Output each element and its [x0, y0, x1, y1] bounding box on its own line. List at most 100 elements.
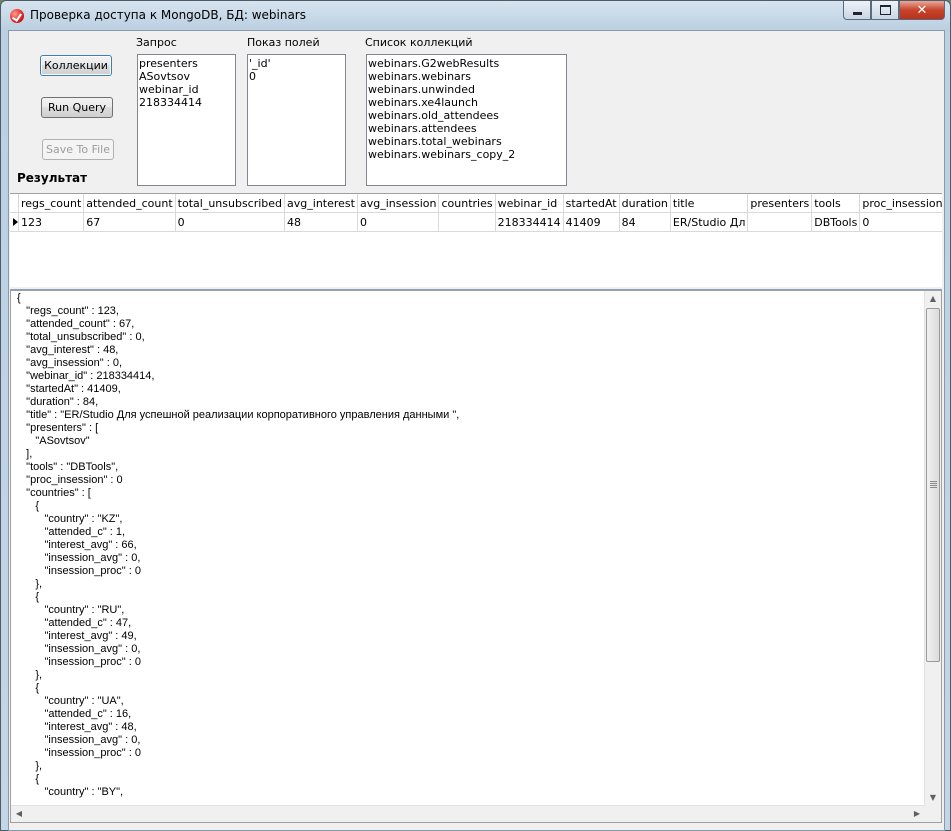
- table-cell[interactable]: [747, 212, 813, 232]
- json-line: "country" : "UA",: [44, 695, 124, 707]
- json-text: { "regs_count" : 123, "attended_count" :…: [17, 292, 459, 799]
- table-cell[interactable]: 48: [284, 212, 358, 232]
- client-area: Коллекции Run Query Save To File Запрос …: [8, 30, 945, 831]
- scroll-up-arrow-icon[interactable]: ▲: [925, 291, 941, 307]
- row-header-corner: [10, 194, 19, 213]
- grip-icon: [930, 481, 937, 489]
- fields-line: 0: [249, 70, 256, 83]
- table-cell[interactable]: [438, 212, 496, 232]
- window-title: Проверка доступа к MongoDB, БД: webinars: [30, 8, 306, 22]
- json-line: "attended_c" : 1,: [44, 526, 126, 538]
- json-line: "insession_proc" : 0: [44, 656, 141, 668]
- query-line: presenters: [139, 57, 198, 70]
- app-icon: [10, 9, 24, 23]
- collection-item[interactable]: webinars.webinars_copy_2: [368, 148, 565, 161]
- title-bar[interactable]: Проверка доступа к MongoDB, БД: webinars…: [1, 1, 950, 29]
- json-line: ],: [26, 448, 33, 460]
- table-cell[interactable]: 218334414: [495, 212, 564, 232]
- json-line: "tools" : "DBTools",: [26, 461, 119, 473]
- json-line: "interest_avg" : 66,: [44, 539, 137, 551]
- vertical-scrollbar[interactable]: ▲ ▼: [924, 291, 941, 806]
- json-line: "country" : "BY",: [44, 786, 124, 798]
- horizontal-scrollbar[interactable]: ◀ ▶: [11, 805, 925, 822]
- table-row[interactable]: 123 67 0 48 0 218334414 41409 84 ER/Stud…: [10, 212, 942, 232]
- collection-item[interactable]: webinars.unwinded: [368, 83, 565, 96]
- json-line: "attended_count" : 67,: [26, 318, 135, 330]
- column-header[interactable]: avg_insession: [357, 194, 440, 213]
- collection-item[interactable]: webinars.old_attendees: [368, 109, 565, 122]
- scroll-down-arrow-icon[interactable]: ▼: [925, 790, 941, 806]
- query-line: 218334414: [139, 96, 202, 109]
- table-cell[interactable]: 41409: [563, 212, 620, 232]
- close-icon: ✕: [916, 2, 928, 18]
- column-header[interactable]: tools: [811, 194, 861, 213]
- json-line: "title" : "ER/Studio Для успешной реализ…: [26, 409, 460, 421]
- table-cell[interactable]: ER/Studio Дл: [670, 212, 749, 232]
- json-line: "country" : "KZ",: [44, 513, 123, 525]
- collections-list[interactable]: webinars.G2webResults webinars.webinars …: [366, 54, 567, 186]
- json-line: "countries" : [: [26, 487, 91, 499]
- result-grid[interactable]: regs_count attended_count total_unsubscr…: [10, 193, 942, 289]
- table-cell[interactable]: 67: [83, 212, 176, 232]
- scroll-right-arrow-icon[interactable]: ▶: [909, 806, 925, 822]
- caption-buttons: ✕: [843, 1, 945, 20]
- collections-button[interactable]: Коллекции: [40, 55, 112, 76]
- size-grip[interactable]: [925, 806, 941, 822]
- query-textbox[interactable]: presenters ASovtsov webinar_id 218334414: [137, 54, 236, 186]
- table-cell[interactable]: 123: [18, 212, 85, 232]
- column-header[interactable]: countries: [438, 194, 496, 213]
- run-query-button[interactable]: Run Query: [41, 97, 113, 118]
- column-header[interactable]: presenters: [747, 194, 813, 213]
- vertical-scroll-thumb[interactable]: [926, 308, 940, 662]
- scroll-left-arrow-icon[interactable]: ◀: [11, 806, 27, 822]
- collection-item[interactable]: webinars.webinars: [368, 70, 565, 83]
- table-cell[interactable]: 0: [859, 212, 942, 232]
- grid-header-row: regs_count attended_count total_unsubscr…: [10, 194, 942, 213]
- fields-line: '_id': [249, 57, 271, 70]
- table-cell[interactable]: 84: [619, 212, 671, 232]
- column-header[interactable]: total_unsubscribed: [175, 194, 286, 213]
- query-line: ASovtsov: [139, 70, 191, 83]
- json-line: "insession_avg" : 0,: [44, 734, 141, 746]
- table-cell[interactable]: 0: [357, 212, 440, 232]
- collection-item[interactable]: webinars.attendees: [368, 122, 565, 135]
- column-header[interactable]: regs_count: [18, 194, 85, 213]
- column-header[interactable]: proc_insession: [859, 194, 942, 213]
- collection-item[interactable]: webinars.G2webResults: [368, 57, 565, 70]
- collection-item[interactable]: webinars.xe4launch: [368, 96, 565, 109]
- json-line: },: [35, 669, 43, 681]
- json-line: "attended_c" : 16,: [44, 708, 132, 720]
- json-line: {: [35, 682, 40, 694]
- column-header[interactable]: title: [670, 194, 749, 213]
- row-pointer-icon: [13, 218, 18, 226]
- json-line: {: [35, 591, 40, 603]
- result-label: Результат: [17, 171, 88, 185]
- column-header[interactable]: webinar_id: [495, 194, 564, 213]
- json-line: {: [17, 292, 21, 304]
- json-line: "attended_c" : 47,: [44, 617, 132, 629]
- json-line: },: [35, 578, 43, 590]
- json-line: "avg_insession" : 0,: [26, 357, 123, 369]
- json-line: "presenters" : [: [26, 422, 99, 434]
- column-header[interactable]: duration: [619, 194, 671, 213]
- fields-textbox[interactable]: '_id' 0: [247, 54, 346, 186]
- json-line: "country" : "RU",: [44, 604, 125, 616]
- json-line: "webinar_id" : 218334414,: [26, 370, 155, 382]
- collections-label: Список коллекций: [365, 36, 473, 49]
- collection-item[interactable]: webinars.total_webinars: [368, 135, 565, 148]
- minimize-button[interactable]: [843, 1, 871, 20]
- json-line: {: [35, 500, 40, 512]
- column-header[interactable]: avg_interest: [284, 194, 358, 213]
- json-output[interactable]: { "regs_count" : 123, "attended_count" :…: [10, 290, 942, 823]
- json-line: "insession_proc" : 0: [44, 565, 141, 577]
- json-line: "startedAt" : 41409,: [26, 383, 121, 395]
- column-header[interactable]: startedAt: [563, 194, 620, 213]
- json-line: "insession_avg" : 0,: [44, 552, 141, 564]
- save-to-file-button[interactable]: Save To File: [42, 139, 114, 160]
- table-cell[interactable]: DBTools: [811, 212, 861, 232]
- close-button[interactable]: ✕: [899, 1, 945, 20]
- maximize-button[interactable]: [871, 1, 899, 20]
- json-line: "total_unsubscribed" : 0,: [26, 331, 145, 343]
- table-cell[interactable]: 0: [175, 212, 286, 232]
- column-header[interactable]: attended_count: [83, 194, 176, 213]
